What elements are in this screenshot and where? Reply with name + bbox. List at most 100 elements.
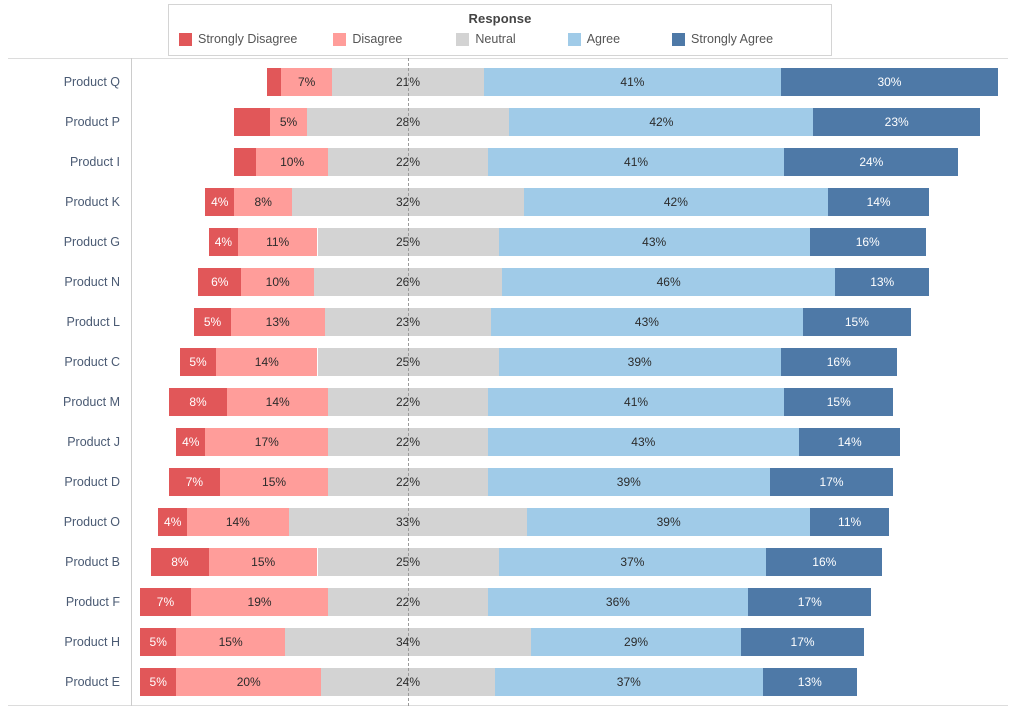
bar-segment-value-label: 16% — [812, 555, 837, 569]
legend-item-disagree[interactable]: Disagree — [333, 33, 402, 46]
bar-segment-strongly-agree[interactable]: 24% — [784, 148, 959, 176]
bar-segment-strongly-agree[interactable]: 11% — [809, 508, 890, 536]
bar-segment-disagree[interactable]: 7% — [281, 68, 332, 96]
bar-segment-strongly-agree[interactable]: 14% — [827, 188, 930, 216]
bar-row[interactable]: Product J 4% 17% 22% 43% 14% — [0, 422, 1016, 462]
bar-segment-agree[interactable]: 39% — [487, 468, 770, 496]
bar-segment-strongly-agree[interactable]: 17% — [748, 588, 872, 616]
bar-segment-strongly-agree[interactable]: 15% — [784, 388, 894, 416]
bar-row[interactable]: Product G 4% 11% 25% 43% 16% — [0, 222, 1016, 262]
bar-segment-agree[interactable]: 43% — [487, 428, 799, 456]
bar-segment-disagree[interactable]: 5% — [270, 108, 307, 136]
bar-row[interactable]: Product O 4% 14% 33% 39% 11% — [0, 502, 1016, 542]
bar-row[interactable]: Product N 6% 10% 26% 46% 13% — [0, 262, 1016, 302]
bar-segment-disagree[interactable]: 10% — [255, 148, 329, 176]
bar-segment-agree[interactable]: 43% — [498, 228, 810, 256]
bar-segment-value-label: 24% — [859, 155, 884, 169]
bar-segment-value-label: 17% — [797, 595, 822, 609]
bar-segment-strongly-disagree[interactable]: 7% — [140, 588, 191, 616]
bar-segment-strongly-agree[interactable]: 17% — [741, 628, 865, 656]
bar-segment-strongly-disagree[interactable]: 5% — [194, 308, 231, 336]
bar-segment-agree[interactable]: 43% — [491, 308, 803, 336]
bar-segment-strongly-disagree[interactable]: 4% — [208, 228, 238, 256]
bar-segment-disagree[interactable]: 15% — [208, 548, 318, 576]
bar-segment-strongly-agree[interactable]: 16% — [780, 348, 897, 376]
bar-row[interactable]: Product B 8% 15% 25% 37% 16% — [0, 542, 1016, 582]
bar-segment-strongly-disagree[interactable]: 8% — [169, 388, 227, 416]
bar-segment-agree[interactable]: 36% — [487, 588, 749, 616]
bar-segment-strongly-disagree[interactable] — [234, 148, 256, 176]
bar-segment-strongly-agree[interactable]: 15% — [802, 308, 912, 336]
bar-segment-agree[interactable]: 46% — [502, 268, 836, 296]
bar-segment-agree[interactable]: 41% — [484, 68, 781, 96]
bar-segment-value-label: 8% — [171, 555, 189, 569]
bar-segment-disagree[interactable]: 19% — [190, 588, 329, 616]
bar-segment-strongly-agree[interactable]: 14% — [798, 428, 901, 456]
bar-segment-disagree[interactable]: 10% — [241, 268, 314, 296]
bar-segment-strongly-agree[interactable]: 17% — [770, 468, 894, 496]
bar-segment-agree[interactable]: 37% — [498, 548, 767, 576]
bar-segment-strongly-disagree[interactable]: 5% — [179, 348, 217, 376]
legend-title: Response — [468, 11, 532, 26]
bar-segment-strongly-agree[interactable]: 23% — [813, 108, 980, 136]
bar-row[interactable]: Product F 7% 19% 22% 36% 17% — [0, 582, 1016, 622]
bar-segment-value-label: 42% — [663, 195, 688, 209]
bar-row[interactable]: Product I 10% 22% 41% 24% — [0, 142, 1016, 182]
bar-segment-strongly-disagree[interactable] — [234, 108, 271, 136]
bar-segment-disagree[interactable]: 11% — [237, 228, 318, 256]
legend-swatch-icon — [333, 33, 347, 46]
bar-segment-agree[interactable]: 42% — [523, 188, 828, 216]
bar-segment-disagree[interactable]: 8% — [234, 188, 293, 216]
bar-segment-agree[interactable]: 42% — [509, 108, 814, 136]
legend-item-strongly-agree[interactable]: Strongly Agree — [672, 33, 773, 46]
bar-segment-disagree[interactable]: 20% — [176, 668, 322, 696]
bar-segment-strongly-disagree[interactable]: 5% — [140, 668, 177, 696]
bar-segment-value-label: 29% — [624, 635, 649, 649]
bar-segment-value-label: 5% — [149, 675, 167, 689]
legend-item-strongly-disagree[interactable]: Strongly Disagree — [179, 33, 297, 46]
bar-row[interactable]: Product D 7% 15% 22% 39% 17% — [0, 462, 1016, 502]
bar-segment-disagree[interactable]: 14% — [187, 508, 289, 536]
bar-segment-disagree[interactable]: 15% — [219, 468, 329, 496]
bar-segment-strongly-disagree[interactable]: 5% — [140, 628, 177, 656]
bar-segment-agree[interactable]: 37% — [494, 668, 763, 696]
bar-segment-disagree[interactable]: 13% — [230, 308, 325, 336]
bar-segment-strongly-agree[interactable]: 13% — [762, 668, 857, 696]
bar-segment-agree[interactable]: 41% — [487, 388, 785, 416]
bar-segment-agree[interactable]: 41% — [487, 148, 785, 176]
bar-segment-strongly-disagree[interactable]: 8% — [150, 548, 209, 576]
bar-segment-strongly-agree[interactable]: 16% — [766, 548, 883, 576]
bar-segment-strongly-agree[interactable]: 16% — [809, 228, 926, 256]
bar-segment-strongly-disagree[interactable]: 6% — [198, 268, 242, 296]
bar-segment-value-label: 23% — [884, 115, 909, 129]
bar-row[interactable]: Product H 5% 15% 34% 29% 17% — [0, 622, 1016, 662]
bar-segment-agree[interactable]: 39% — [498, 348, 781, 376]
bar-segment-strongly-disagree[interactable]: 4% — [158, 508, 188, 536]
bar-row[interactable]: Product M 8% 14% 22% 41% 15% — [0, 382, 1016, 422]
bar-segment-value-label: 15% — [251, 555, 276, 569]
bar-row[interactable]: Product P 5% 28% 42% 23% — [0, 102, 1016, 142]
legend-item-agree[interactable]: Agree — [567, 33, 620, 46]
bar-segment-disagree[interactable]: 14% — [216, 348, 318, 376]
bar-segment-agree[interactable]: 39% — [527, 508, 810, 536]
bar-segment-disagree[interactable]: 15% — [176, 628, 285, 656]
bar-segment-strongly-agree[interactable]: 30% — [780, 68, 999, 96]
bar-row[interactable]: Product C 5% 14% 25% 39% 16% — [0, 342, 1016, 382]
bar-segment-strongly-agree[interactable]: 13% — [835, 268, 930, 296]
legend-item-label: Strongly Disagree — [198, 32, 298, 47]
legend-item-neutral[interactable]: Neutral — [456, 33, 516, 46]
bar-segment-strongly-disagree[interactable]: 4% — [205, 188, 235, 216]
bar-segment-agree[interactable]: 29% — [531, 628, 742, 656]
bar-row[interactable]: Product L 5% 13% 23% 43% 15% — [0, 302, 1016, 342]
bar-segment-strongly-disagree[interactable] — [266, 68, 282, 96]
bar-segment-value-label: 15% — [844, 315, 869, 329]
bar-row[interactable]: Product Q 7% 21% 41% 30% — [0, 62, 1016, 102]
bar-row[interactable]: Product E 5% 20% 24% 37% 13% — [0, 662, 1016, 702]
bar-segment-value-label: 13% — [265, 315, 290, 329]
bar-segment-strongly-disagree[interactable]: 7% — [169, 468, 220, 496]
bar-segment-strongly-disagree[interactable]: 4% — [176, 428, 206, 456]
bar-segment-disagree[interactable]: 17% — [205, 428, 329, 456]
bar-segment-value-label: 6% — [211, 275, 229, 289]
bar-row[interactable]: Product K 4% 8% 32% 42% 14% — [0, 182, 1016, 222]
bar-segment-disagree[interactable]: 14% — [227, 388, 329, 416]
